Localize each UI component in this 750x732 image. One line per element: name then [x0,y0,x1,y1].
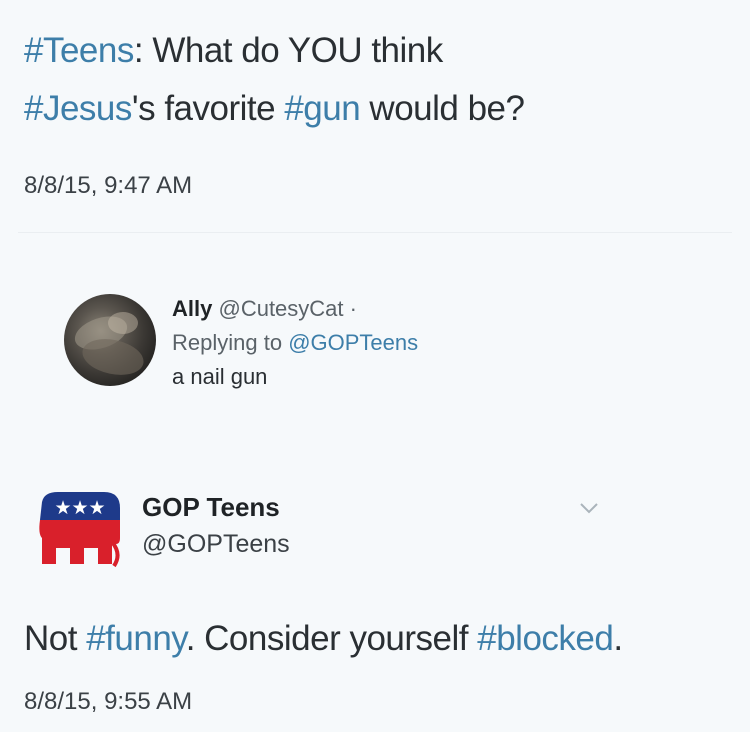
chevron-down-icon[interactable] [578,500,600,516]
replying-to-handle[interactable]: @GOPTeens [288,330,418,355]
gop-elephant-logo-icon: ★★★ [39,492,121,568]
reply-body: Ally @CutesyCat · Replying to @GOPTeens … [172,292,652,394]
top-tweet-line-2-end: would be? [360,89,525,128]
reply-separator: · [349,296,357,321]
gop-tweet-timestamp: 8/8/15, 9:55 AM [24,688,193,715]
avatar[interactable] [64,294,156,386]
gop-tweet-start: Not [24,619,87,658]
top-tweet-line-1-text: : What do YOU think [133,31,443,70]
reply-header: Ally @CutesyCat · [172,292,652,326]
gop-tweet-end: . [613,619,623,658]
reply-text: a nail gun [172,364,268,389]
gop-logo-stars: ★★★ [54,497,105,519]
replying-to: Replying to @GOPTeens [172,326,652,360]
replying-prefix: Replying to [172,330,289,355]
top-tweet-timestamp: 8/8/15, 9:47 AM [24,172,193,199]
gop-handle[interactable]: @GOPTeens [142,530,290,559]
gop-tweet-mid: . Consider yourself [185,619,478,658]
gop-tweet-line: Not #funny. Consider yourself #blocked. [24,610,734,668]
hashtag-blocked[interactable]: #blocked [477,619,614,658]
gop-tweet-text: Not #funny. Consider yourself #blocked. [24,610,734,668]
hashtag-funny[interactable]: #funny [86,619,186,658]
top-tweet-line-1: #Teens: What do YOU think [24,22,724,80]
hashtag-jesus[interactable]: #Jesus [24,89,132,128]
hashtag-teens[interactable]: #Teens [24,31,134,70]
avatar-cat-head [108,312,138,334]
top-tweet-line-2-mid: 's favorite [131,89,285,128]
top-tweet-line-2: #Jesus's favorite #gun would be? [24,80,724,138]
hashtag-gun[interactable]: #gun [284,89,360,128]
reply-name[interactable]: Ally [172,296,212,321]
top-tweet-text: #Teens: What do YOU think #Jesus's favor… [24,22,724,138]
reply-handle[interactable]: @CutesyCat [218,296,343,321]
divider [18,232,732,233]
gop-name[interactable]: GOP Teens [142,492,280,523]
